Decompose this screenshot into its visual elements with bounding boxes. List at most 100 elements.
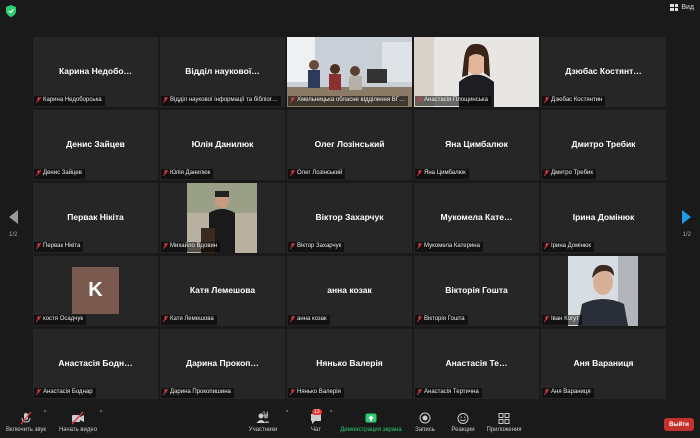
participant-tile[interactable]: Відділ наукової… Відділ наукової інформа…: [160, 37, 285, 107]
participant-tile[interactable]: анна козак анна козак: [287, 256, 412, 326]
start-video-button[interactable]: Начать видео: [56, 412, 100, 433]
participant-tile[interactable]: Ірина Домінюк Ірина Домінюк: [541, 183, 666, 253]
muted-mic-icon: [36, 316, 41, 323]
chat-button[interactable]: 13 Чат: [304, 409, 328, 433]
muted-mic-icon: [417, 316, 422, 323]
participant-label: Катя Лемешова: [161, 315, 217, 325]
muted-mic-icon: [544, 97, 549, 104]
participant-label: Анастасія Площинська: [415, 96, 491, 106]
participants-options-caret[interactable]: ^: [286, 410, 288, 416]
muted-mic-icon: [163, 170, 168, 177]
participant-name: Мукомела Кате…: [440, 212, 513, 222]
participant-label: Дарина Прокопишина: [161, 388, 234, 398]
participant-name: Карина Недобо…: [58, 66, 133, 76]
participant-name: Яна Цимбалюк: [445, 139, 508, 149]
unmute-button[interactable]: Включить звук: [4, 412, 48, 433]
participant-tile[interactable]: Юлія Данилюк Юлія Данилюк: [160, 110, 285, 180]
participant-tile[interactable]: Катя Лемешова Катя Лемешова: [160, 256, 285, 326]
participant-label: Юлія Данилюк: [161, 169, 214, 179]
participant-name: Вікторія Гошта: [445, 285, 508, 295]
shield-icon[interactable]: [6, 5, 16, 17]
participant-label: анна козак: [288, 315, 330, 325]
muted-mic-icon: [544, 243, 549, 250]
participant-label: Відділ наукової інформації та бібліог…: [161, 96, 281, 106]
participant-tile[interactable]: Денис Зайцев Денис Зайцев: [33, 110, 158, 180]
share-screen-button[interactable]: Демонстрация экрана: [338, 412, 404, 433]
participant-label: Михайло Вдовин: [161, 242, 221, 252]
participant-label: Вікторія Гошта: [415, 315, 468, 325]
muted-mic-icon: [417, 97, 422, 104]
participant-name: Дзюбас Костянт…: [565, 66, 642, 76]
reactions-icon: [457, 413, 469, 424]
chevron-left-icon: [9, 210, 18, 224]
participant-tile[interactable]: K костя Осадчук: [33, 256, 158, 326]
video-options-caret[interactable]: ^: [100, 410, 102, 416]
muted-mic-icon: [290, 97, 295, 104]
apps-icon: [498, 413, 510, 424]
audio-options-caret[interactable]: ^: [44, 410, 46, 416]
muted-mic-icon: [544, 389, 549, 396]
participant-tile-photo[interactable]: Іван Когут: [541, 256, 666, 326]
participants-count: 34: [262, 412, 269, 418]
participant-label: Аня Вараниця: [542, 388, 594, 398]
muted-mic-icon: [163, 389, 168, 396]
participant-label: Карина Недоборська: [34, 96, 105, 106]
muted-mic-icon: [290, 389, 295, 396]
participant-tile[interactable]: Дзюбас Костянт… Дзюбас Костянтин: [541, 37, 666, 107]
participant-name: Первак Нікіта: [67, 212, 124, 222]
muted-mic-icon: [163, 97, 168, 104]
view-button[interactable]: Вид: [670, 4, 694, 11]
participant-label: Первак Нікіта: [34, 242, 84, 252]
participant-tile[interactable]: Яна Цимбалюк Яна Цимбалюк: [414, 110, 539, 180]
chat-badge: 13: [312, 409, 322, 415]
video-off-icon: [71, 412, 84, 425]
participant-label: костя Осадчук: [34, 315, 86, 325]
participant-tile[interactable]: Віктор Захарчук Віктор Захарчук: [287, 183, 412, 253]
participant-tile-photo[interactable]: Михайло Вдовин: [160, 183, 285, 253]
page-indicator-left: 1/2: [9, 232, 18, 238]
muted-mic-icon: [544, 316, 549, 323]
meeting-toolbar: Включить звук ^ Начать видео ^ 34 Участн…: [0, 408, 700, 438]
participants-button[interactable]: 34 Участники: [246, 412, 280, 433]
chevron-right-icon: [682, 210, 691, 224]
next-page-button[interactable]: [681, 210, 691, 229]
apps-button[interactable]: Приложения: [485, 412, 523, 433]
avatar: K: [72, 267, 119, 314]
participant-tile[interactable]: Анастасія Те… Анастасія Тертична: [414, 329, 539, 399]
active-speaker-tile[interactable]: Анастасія Площинська: [414, 37, 539, 107]
participant-tile[interactable]: Нянько Валерія Нянько Валерія: [287, 329, 412, 399]
chat-options-caret[interactable]: ^: [330, 410, 332, 416]
reactions-button[interactable]: Реакции: [449, 412, 477, 433]
muted-mic-icon: [290, 243, 295, 250]
participant-label: Анастасія Тертична: [415, 388, 482, 398]
muted-mic-icon: [36, 170, 41, 177]
top-bar: Вид: [0, 0, 700, 22]
participant-tile[interactable]: Анастасія Бодн… Анастасія Боднар: [33, 329, 158, 399]
participant-name: Дарина Прокоп…: [186, 358, 259, 368]
participant-tile[interactable]: Дарина Прокоп… Дарина Прокопишина: [160, 329, 285, 399]
participant-name: Олег Лозінський: [314, 139, 385, 149]
participant-label: Віктор Захарчук: [288, 242, 345, 252]
muted-mic-icon: [163, 243, 168, 250]
page-indicator-right: 1/2: [682, 232, 691, 238]
participant-grid: Карина Недобо… Карина Недоборська Відділ…: [33, 37, 667, 401]
participant-tile[interactable]: Карина Недобо… Карина Недоборська: [33, 37, 158, 107]
participant-name: Дмитро Требик: [571, 139, 636, 149]
participant-tile[interactable]: Мукомела Кате… Мукомела Катерина: [414, 183, 539, 253]
participant-tile[interactable]: Первак Нікіта Первак Нікіта: [33, 183, 158, 253]
participant-tile[interactable]: Дмитро Требик Дмитро Требик: [541, 110, 666, 180]
participant-name: анна козак: [327, 285, 372, 295]
leave-button[interactable]: Выйти: [664, 418, 694, 431]
participant-tile[interactable]: Олег Лозінський Олег Лозінський: [287, 110, 412, 180]
muted-mic-icon: [417, 243, 422, 250]
participant-tile[interactable]: Вікторія Гошта Вікторія Гошта: [414, 256, 539, 326]
participant-label: Нянько Валерія: [288, 388, 344, 398]
participant-label: Хмельницька обласне відділення ВГ…: [288, 96, 408, 106]
previous-page-button[interactable]: [9, 210, 19, 229]
participant-tile-video[interactable]: Хмельницька обласне відділення ВГ…: [287, 37, 412, 107]
participant-tile[interactable]: Аня Вараниця Аня Вараниця: [541, 329, 666, 399]
record-button[interactable]: Запись: [412, 412, 438, 433]
participant-name: Нянько Валерія: [316, 358, 383, 368]
participant-label: Ірина Домінюк: [542, 242, 595, 252]
muted-mic-icon: [36, 97, 41, 104]
